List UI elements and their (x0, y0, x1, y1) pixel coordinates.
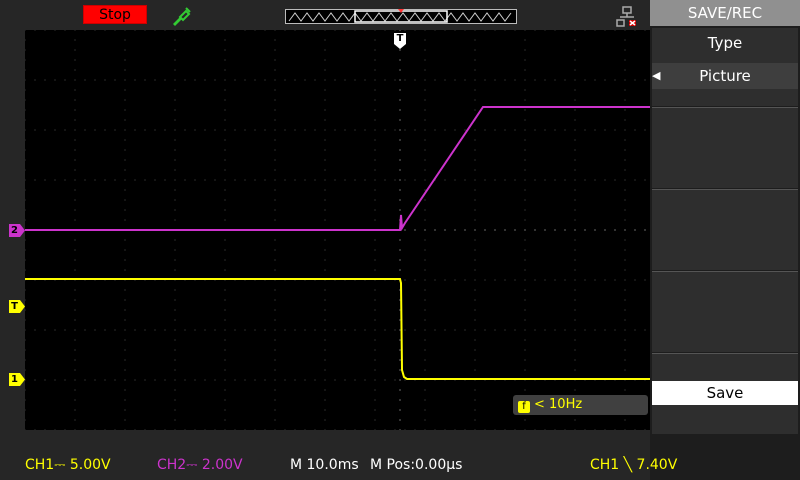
ch2-level-marker[interactable]: 2 (9, 224, 25, 237)
frequency-icon: f (518, 401, 530, 413)
trigger-status: CH1 ╲ 7.40V (590, 457, 678, 473)
run-stop-indicator[interactable]: Stop (83, 5, 147, 24)
type-option[interactable]: Type ◀ Picture (652, 28, 798, 106)
memory-position: M Pos:0.00µs (370, 457, 463, 473)
selection-arrow-icon: ◀ (652, 69, 661, 82)
usb-network-icon (616, 6, 636, 27)
type-label: Type (707, 34, 743, 52)
save-rec-menu: SAVE/REC Type ◀ Picture Save (650, 0, 800, 480)
probe-icon (173, 7, 191, 26)
trigger-level-marker[interactable]: T (9, 300, 25, 313)
waveform-traces (25, 106, 650, 380)
ch1-level-marker[interactable]: 1 (9, 373, 25, 386)
ch2-trace (25, 106, 650, 232)
trigger-position-marker[interactable]: T (394, 33, 406, 49)
frequency-value: < 10Hz (534, 397, 583, 412)
menu-slot-4[interactable] (652, 272, 798, 352)
save-button[interactable]: Save (652, 381, 798, 405)
save-slot[interactable]: Save (652, 354, 798, 434)
top-bar: Stop (0, 0, 650, 30)
ch1-scale: CH1⎓ 5.00V (25, 457, 111, 473)
menu-slot-3[interactable] (652, 190, 798, 270)
memory-position-bar (285, 9, 517, 24)
menu-slot-2[interactable] (652, 108, 798, 188)
ch1-trace (25, 278, 650, 380)
timebase: M 10.0ms (290, 457, 359, 473)
type-value: ◀ Picture (652, 63, 798, 89)
waveform-screen: T f < 10Hz (25, 30, 650, 430)
ch2-scale: CH2⎓ 2.00V (157, 457, 243, 473)
menu-title: SAVE/REC (650, 0, 800, 26)
frequency-counter: f < 10Hz (513, 395, 648, 415)
